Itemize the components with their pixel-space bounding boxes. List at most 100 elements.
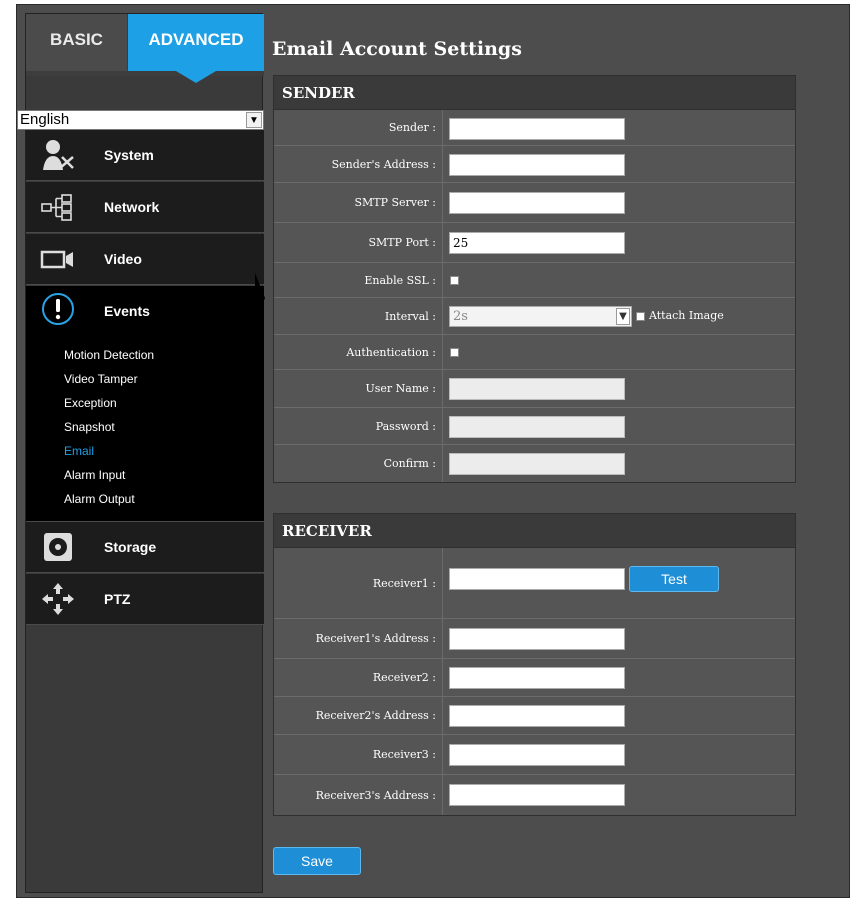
user-name-input[interactable] bbox=[449, 378, 625, 400]
smtp-port-label: SMTP Port bbox=[274, 223, 436, 262]
sender-input[interactable] bbox=[449, 118, 625, 140]
row-divider bbox=[442, 146, 443, 182]
sender-address-row: Sender's Address bbox=[274, 146, 795, 183]
sidebar-item-storage[interactable]: Storage bbox=[26, 522, 264, 573]
password-row: Password bbox=[274, 408, 795, 445]
receiver2-address-row: Receiver2's Address bbox=[274, 697, 795, 735]
receiver3-address-input[interactable] bbox=[449, 784, 625, 806]
attach-image-checkbox[interactable] bbox=[636, 312, 645, 321]
smtp-server-label: SMTP Server bbox=[274, 183, 436, 222]
user-name-row: User Name bbox=[274, 370, 795, 408]
sidebar: BASIC ADVANCED English ▼ System Network … bbox=[17, 13, 264, 893]
row-divider bbox=[442, 775, 443, 815]
sub-item-video-tamper[interactable]: Video Tamper bbox=[64, 372, 138, 386]
receiver1-address-input[interactable] bbox=[449, 628, 625, 650]
language-value: English bbox=[20, 111, 70, 128]
row-divider bbox=[442, 183, 443, 222]
sidebar-item-label: System bbox=[104, 147, 154, 163]
sub-item-exception[interactable]: Exception bbox=[64, 396, 117, 410]
sidebar-item-network[interactable]: Network bbox=[26, 182, 264, 233]
network-tree-icon bbox=[41, 194, 72, 221]
interval-select[interactable]: 2s ▼ bbox=[449, 306, 632, 327]
sidebar-item-ptz[interactable]: PTZ bbox=[26, 574, 264, 625]
sidebar-item-label: Network bbox=[104, 199, 160, 215]
app-frame: BASIC ADVANCED English ▼ System Network … bbox=[16, 4, 850, 898]
smtp-server-row: SMTP Server bbox=[274, 183, 795, 223]
sender-section: SENDER Sender Sender's Address SMTP Serv… bbox=[273, 75, 796, 483]
row-divider bbox=[442, 298, 443, 334]
row-divider bbox=[442, 619, 443, 658]
enable-ssl-label: Enable SSL bbox=[274, 263, 436, 297]
sender-row: Sender bbox=[274, 110, 795, 146]
ptz-arrows-icon bbox=[42, 583, 74, 615]
sub-item-snapshot[interactable]: Snapshot bbox=[64, 420, 115, 434]
sub-item-alarm-input[interactable]: Alarm Input bbox=[64, 468, 125, 482]
row-divider bbox=[442, 110, 443, 145]
sidebar-item-video[interactable]: Video bbox=[26, 234, 264, 285]
receiver-section: RECEIVER Receiver1 Test Receiver1's Addr… bbox=[273, 513, 796, 816]
receiver-section-header: RECEIVER bbox=[274, 514, 795, 548]
row-divider bbox=[442, 335, 443, 369]
receiver3-address-row: Receiver3's Address bbox=[274, 775, 795, 815]
receiver1-label: Receiver1 bbox=[274, 548, 436, 618]
row-divider bbox=[442, 659, 443, 696]
test-button[interactable]: Test bbox=[629, 566, 719, 592]
interval-row: Interval 2s ▼ Attach Image bbox=[274, 298, 795, 335]
receiver1-input[interactable] bbox=[449, 568, 625, 590]
receiver1-address-label: Receiver1's Address bbox=[274, 619, 436, 658]
sidebar-item-events[interactable]: Events Motion Detection Video Tamper Exc… bbox=[26, 286, 264, 522]
row-divider bbox=[442, 548, 443, 618]
attach-image-label: Attach Image bbox=[649, 309, 724, 322]
authentication-checkbox[interactable] bbox=[450, 348, 459, 357]
receiver3-label: Receiver3 bbox=[274, 735, 436, 774]
receiver2-address-input[interactable] bbox=[449, 705, 625, 727]
sidebar-item-label: Events bbox=[104, 303, 150, 319]
authentication-row: Authentication bbox=[274, 335, 795, 370]
receiver3-address-label: Receiver3's Address bbox=[274, 775, 436, 815]
confirm-input[interactable] bbox=[449, 453, 625, 475]
sidebar-item-label: Storage bbox=[104, 539, 157, 555]
interval-label: Interval bbox=[274, 298, 436, 334]
password-label: Password bbox=[274, 408, 436, 444]
row-divider bbox=[442, 370, 443, 407]
receiver1-address-row: Receiver1's Address bbox=[274, 619, 795, 659]
confirm-row: Confirm bbox=[274, 445, 795, 482]
active-tab-pointer bbox=[176, 71, 216, 83]
smtp-port-input[interactable]: 25 bbox=[449, 232, 625, 254]
sender-address-label: Sender's Address bbox=[274, 146, 436, 182]
row-divider bbox=[442, 445, 443, 482]
receiver3-row: Receiver3 bbox=[274, 735, 795, 775]
tab-advanced[interactable]: ADVANCED bbox=[128, 14, 264, 71]
alert-icon bbox=[42, 293, 74, 325]
sidebar-item-system[interactable]: System bbox=[26, 130, 264, 181]
language-select[interactable]: English ▼ bbox=[17, 110, 264, 130]
receiver2-row: Receiver2 bbox=[274, 659, 795, 697]
storage-disk-icon bbox=[44, 533, 72, 561]
save-button[interactable]: Save bbox=[273, 847, 361, 875]
confirm-label: Confirm bbox=[274, 445, 436, 482]
sender-label: Sender bbox=[274, 110, 436, 145]
sender-section-header: SENDER bbox=[274, 76, 795, 110]
authentication-label: Authentication bbox=[274, 335, 436, 369]
receiver2-label: Receiver2 bbox=[274, 659, 436, 696]
row-divider bbox=[442, 408, 443, 444]
enable-ssl-row: Enable SSL bbox=[274, 263, 795, 298]
row-divider bbox=[442, 263, 443, 297]
sub-item-motion-detection[interactable]: Motion Detection bbox=[64, 348, 154, 362]
smtp-port-row: SMTP Port 25 bbox=[274, 223, 795, 263]
mode-tabs: BASIC ADVANCED bbox=[26, 14, 264, 83]
receiver3-input[interactable] bbox=[449, 744, 625, 766]
sub-item-alarm-output[interactable]: Alarm Output bbox=[64, 492, 135, 506]
receiver2-address-label: Receiver2's Address bbox=[274, 697, 436, 734]
sender-address-input[interactable] bbox=[449, 154, 625, 176]
sidebar-item-label: Video bbox=[104, 251, 142, 267]
sub-item-email[interactable]: Email bbox=[64, 444, 94, 458]
tab-basic[interactable]: BASIC bbox=[26, 14, 127, 71]
receiver1-row: Receiver1 Test bbox=[274, 548, 795, 619]
receiver2-input[interactable] bbox=[449, 667, 625, 689]
smtp-server-input[interactable] bbox=[449, 192, 625, 214]
enable-ssl-checkbox[interactable] bbox=[450, 276, 459, 285]
system-tools-icon bbox=[43, 140, 74, 170]
password-input[interactable] bbox=[449, 416, 625, 438]
sidebar-item-label: PTZ bbox=[104, 591, 131, 607]
